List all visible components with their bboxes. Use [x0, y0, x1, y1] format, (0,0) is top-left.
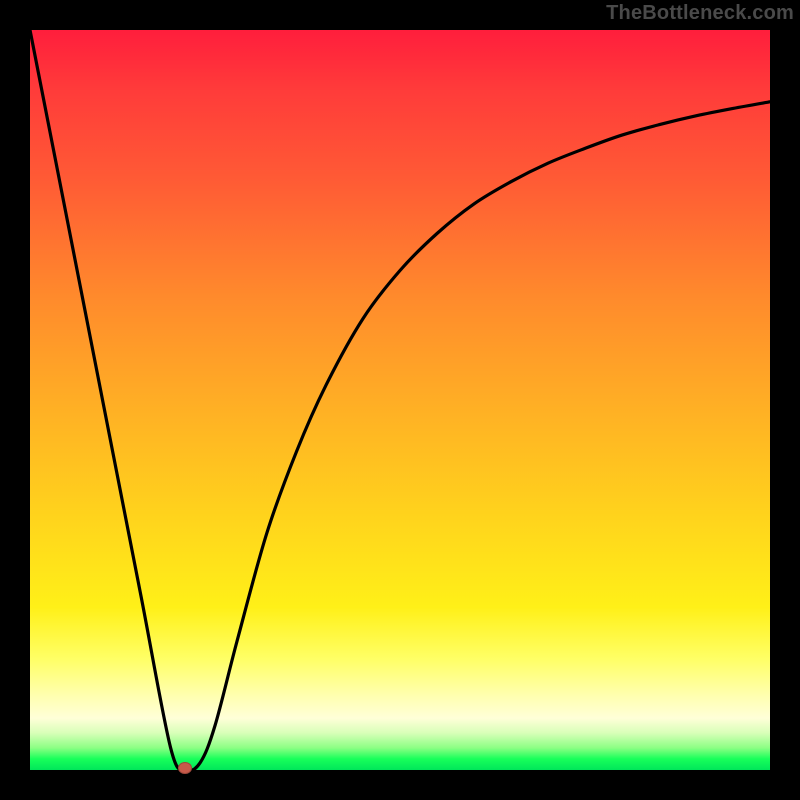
- chart-frame: TheBottleneck.com: [0, 0, 800, 800]
- plot-area: [30, 30, 770, 770]
- optimum-marker: [178, 762, 192, 774]
- gradient-background: [30, 30, 770, 770]
- watermark-text: TheBottleneck.com: [606, 2, 794, 25]
